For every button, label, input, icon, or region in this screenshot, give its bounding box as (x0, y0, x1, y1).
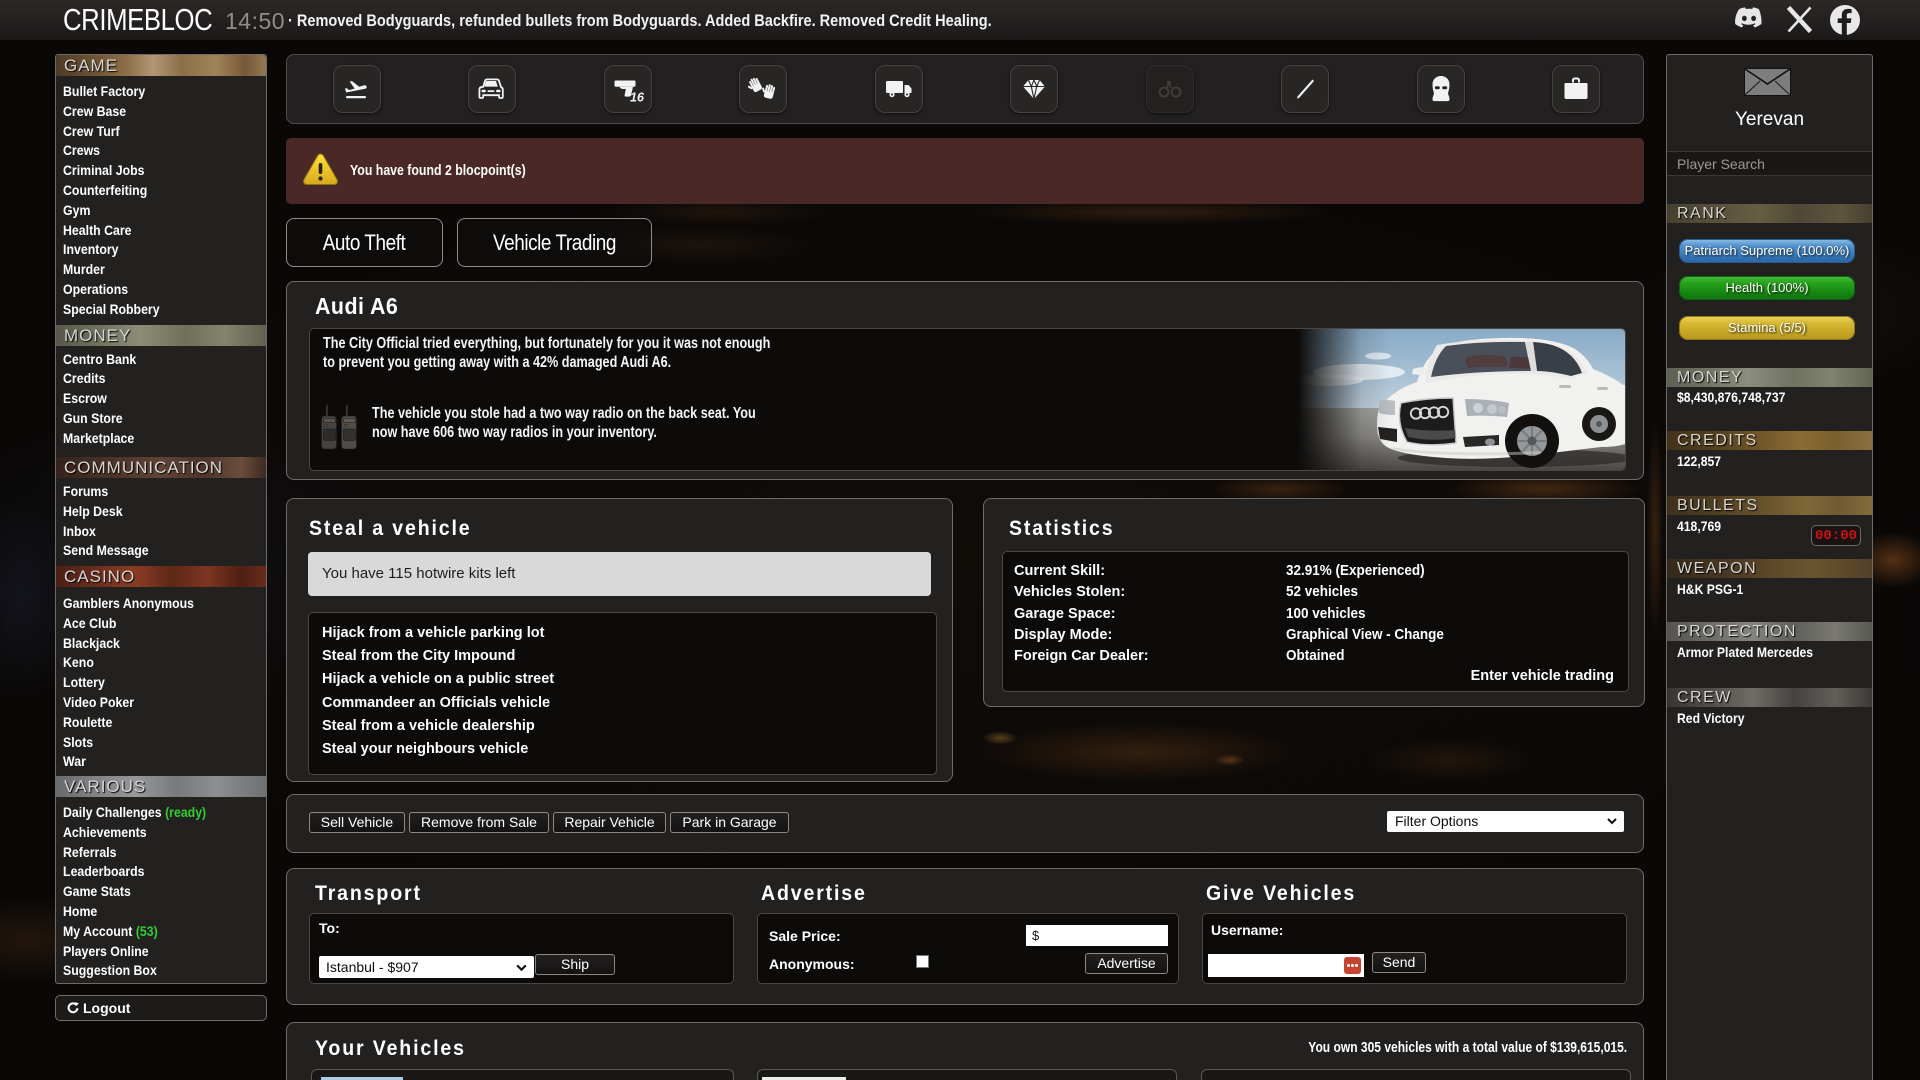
svg-text:16: 16 (630, 91, 644, 103)
